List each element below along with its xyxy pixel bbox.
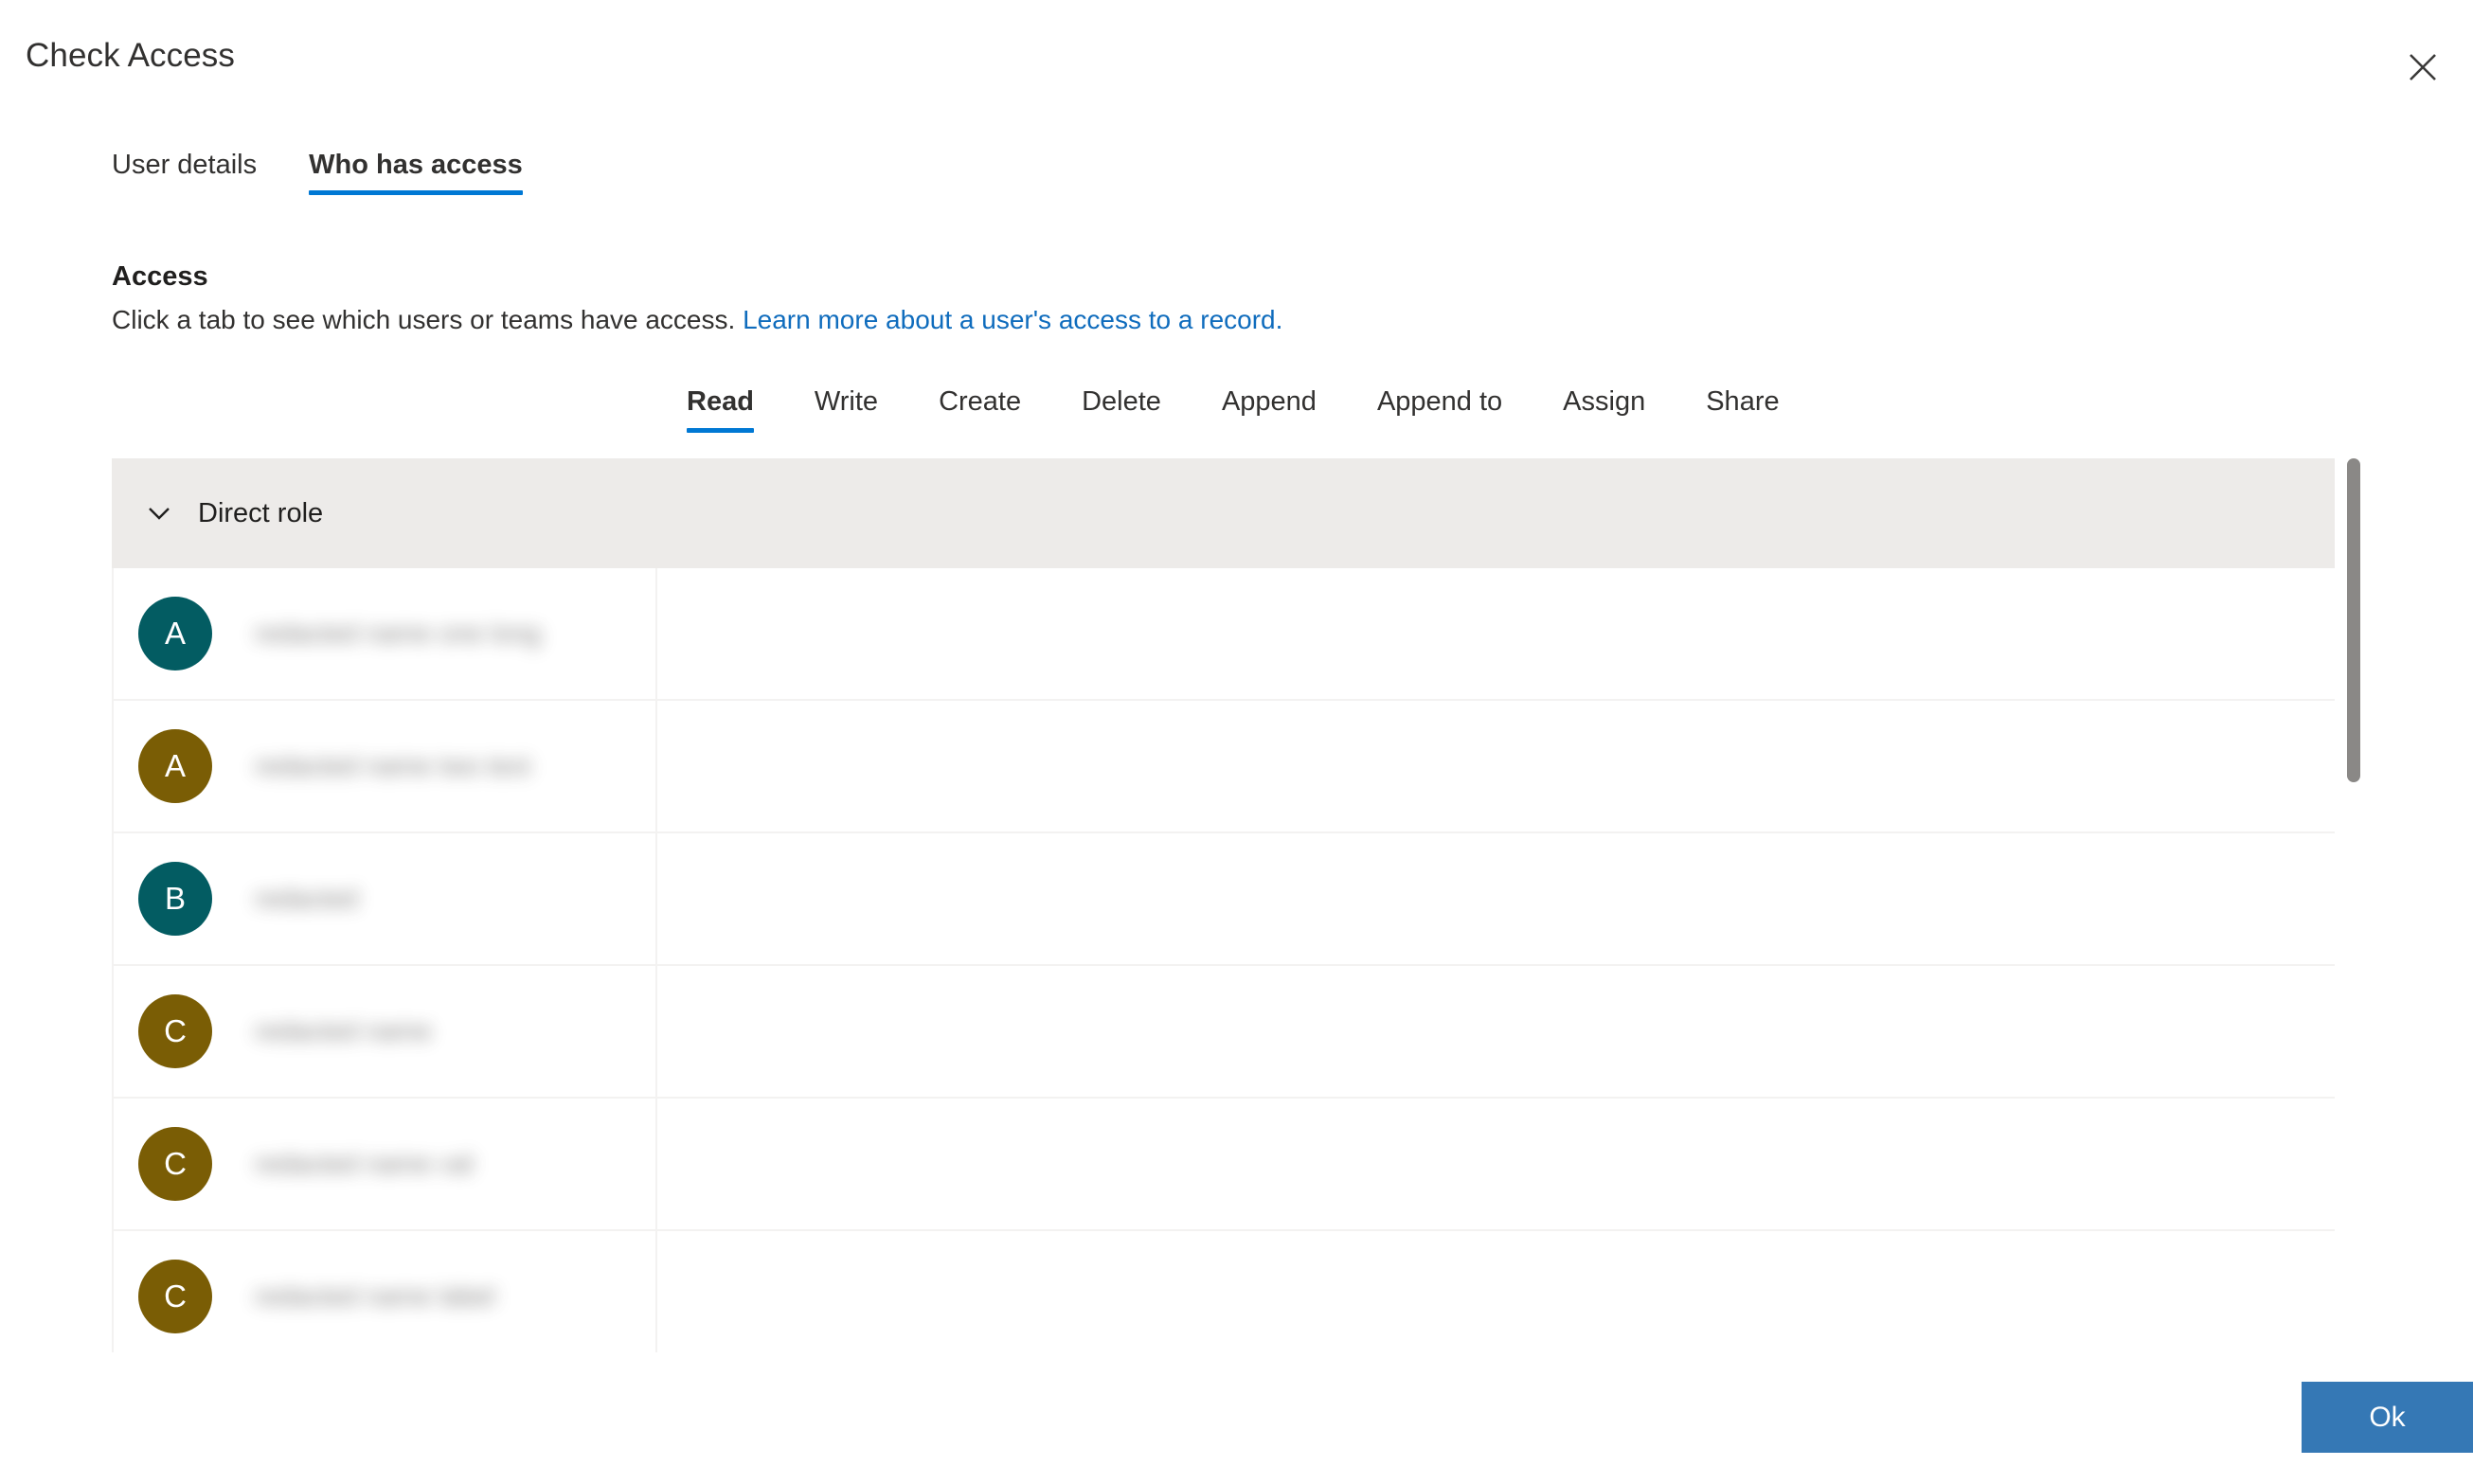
perm-tab-append-to[interactable]: Append to: [1377, 384, 1502, 442]
avatar: C: [138, 1260, 212, 1333]
principal-name: redacted name label: [255, 1281, 495, 1311]
tab-user-details[interactable]: User details: [112, 147, 257, 204]
row-cell-divider: [655, 701, 657, 831]
avatar: C: [138, 1127, 212, 1201]
table-row[interactable]: Bredacted: [112, 833, 2335, 966]
perm-tab-append[interactable]: Append: [1222, 384, 1317, 442]
perm-tab-create[interactable]: Create: [939, 384, 1021, 442]
tab-who-has-access-label: Who has access: [309, 150, 523, 180]
perm-tab-read-label: Read: [687, 386, 754, 417]
avatar: C: [138, 994, 212, 1068]
row-cell-divider: [655, 966, 657, 1097]
row-cell-divider: [655, 568, 657, 699]
panel-header: Check Access: [0, 0, 2473, 123]
perm-tab-append-to-label: Append to: [1376, 386, 1503, 417]
perm-tab-assign-label: Assign: [1563, 386, 1646, 417]
table-row[interactable]: Credacted name val: [112, 1099, 2335, 1231]
table-row[interactable]: Aredacted name one long: [112, 568, 2335, 701]
perm-tab-delete-label: Delete: [1082, 386, 1161, 417]
page-title: Check Access: [26, 37, 236, 74]
perm-tab-create-label: Create: [939, 386, 1022, 417]
access-list: Direct role Aredacted name one long Areda…: [112, 458, 2360, 1352]
perm-tab-write[interactable]: Write: [815, 384, 878, 442]
row-cell-divider: [655, 1099, 657, 1229]
table-row[interactable]: Aredacted name two text: [112, 701, 2335, 833]
avatar: A: [138, 597, 212, 670]
row-cell-divider: [655, 833, 657, 964]
perm-tab-write-label: Write: [814, 386, 879, 417]
perm-tab-read[interactable]: Read: [687, 384, 754, 442]
permission-tab-list: Read Write Create Delete Append Append t…: [687, 384, 1780, 442]
access-description: Click a tab to see which users or teams …: [112, 301, 1282, 339]
perm-tab-delete[interactable]: Delete: [1082, 384, 1161, 442]
avatar: A: [138, 729, 212, 803]
top-tab-list: User details Who has access: [112, 147, 523, 204]
perm-tab-share-label: Share: [1706, 386, 1780, 417]
avatar: B: [138, 862, 212, 936]
principal-name: redacted name: [255, 1016, 432, 1046]
list-scrollbar-thumb[interactable]: [2347, 458, 2360, 782]
table-row[interactable]: Credacted name label: [112, 1231, 2335, 1352]
principal-name: redacted name two text: [255, 751, 531, 780]
learn-more-link[interactable]: Learn more about a user's access to a re…: [743, 305, 1282, 334]
perm-tab-share[interactable]: Share: [1706, 384, 1779, 442]
group-header-direct-role[interactable]: Direct role: [112, 458, 2335, 568]
table-row[interactable]: Credacted name: [112, 966, 2335, 1099]
perm-tab-assign[interactable]: Assign: [1563, 384, 1645, 442]
tab-who-has-access[interactable]: Who has access: [309, 147, 523, 204]
perm-tab-append-label: Append: [1221, 386, 1317, 417]
access-rows: Aredacted name one long Aredacted name tw…: [112, 568, 2360, 1352]
group-header-label: Direct role: [198, 497, 324, 528]
list-scrollbar[interactable]: [2347, 458, 2360, 1352]
principal-name: redacted: [255, 884, 358, 913]
access-heading: Access: [112, 261, 208, 292]
close-button[interactable]: [2393, 38, 2452, 97]
access-description-text: Click a tab to see which users or teams …: [112, 305, 736, 334]
ok-button[interactable]: Ok: [2302, 1382, 2473, 1453]
principal-name: redacted name val: [255, 1149, 474, 1178]
close-icon: [2409, 53, 2437, 81]
panel-footer: Ok: [0, 1351, 2473, 1484]
row-cell-divider: [655, 1231, 657, 1352]
chevron-down-icon: [141, 495, 177, 531]
principal-name: redacted name one long: [255, 618, 541, 648]
tab-user-details-label: User details: [112, 150, 258, 180]
